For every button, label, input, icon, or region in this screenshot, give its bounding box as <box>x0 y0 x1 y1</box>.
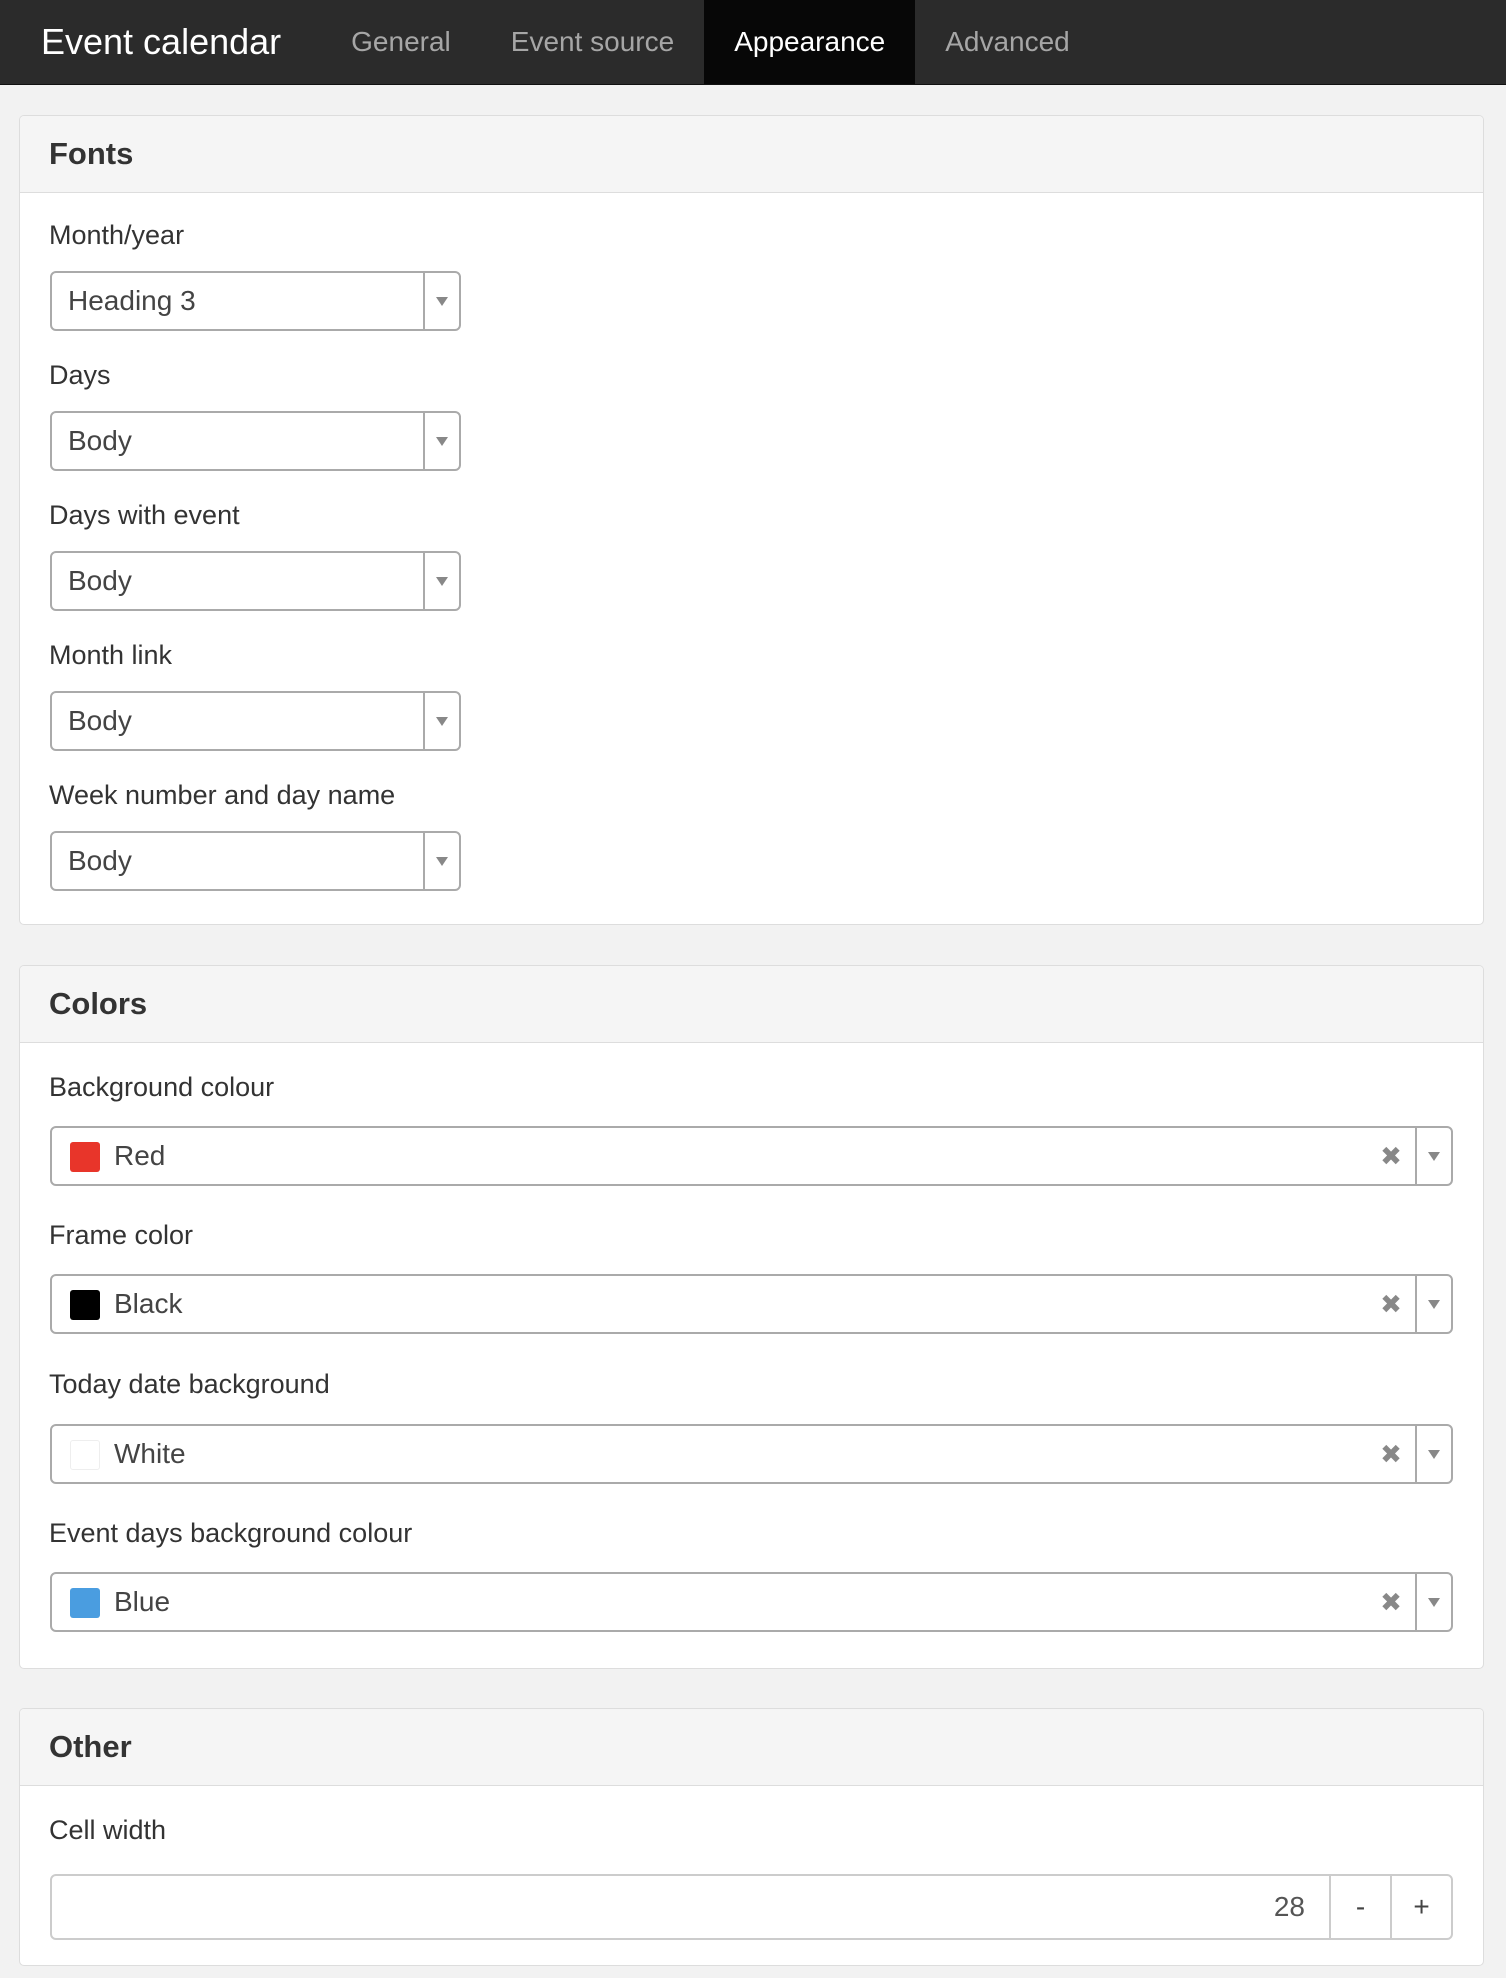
chevron-down-icon <box>1428 1449 1440 1459</box>
chevron-down-icon <box>436 576 448 586</box>
month-year-dropdown-toggle[interactable] <box>423 273 459 329</box>
days-value: Body <box>68 425 132 456</box>
month-year-value: Heading 3 <box>68 285 196 316</box>
clear-icon[interactable]: ✖ <box>1371 1426 1411 1482</box>
days-label: Days <box>49 360 111 390</box>
week-number-value: Body <box>68 845 132 876</box>
days-with-event-select[interactable]: Body <box>50 551 461 611</box>
colors-heading: Colors <box>20 966 1483 1043</box>
month-link-label: Month link <box>49 640 173 670</box>
chevron-down-icon <box>1428 1299 1440 1309</box>
chevron-down-icon <box>436 716 448 726</box>
event-days-background-dropdown-toggle[interactable] <box>1415 1574 1451 1630</box>
chevron-down-icon <box>436 296 448 306</box>
background-colour-dropdown-toggle[interactable] <box>1415 1128 1451 1184</box>
color-swatch <box>70 1440 100 1470</box>
chevron-down-icon <box>1428 1151 1440 1161</box>
today-date-background-value: White <box>114 1438 186 1469</box>
today-date-background-label: Today date background <box>49 1369 330 1399</box>
month-link-dropdown-toggle[interactable] <box>423 693 459 749</box>
colors-panel: Colors Background colour Red ✖ Frame col… <box>19 965 1484 1669</box>
background-colour-label: Background colour <box>49 1072 275 1102</box>
app-title[interactable]: Event calendar <box>0 0 321 84</box>
other-panel: Other Cell width 28 - + <box>19 1708 1484 1966</box>
event-days-background-label: Event days background colour <box>49 1518 413 1548</box>
tab-general[interactable]: General <box>321 0 481 84</box>
week-number-dropdown-toggle[interactable] <box>423 833 459 889</box>
clear-icon[interactable]: ✖ <box>1371 1574 1411 1630</box>
event-days-background-value: Blue <box>114 1586 171 1617</box>
cell-width-input[interactable]: 28 <box>52 1876 1329 1938</box>
tab-advanced[interactable]: Advanced <box>915 0 1100 84</box>
days-dropdown-toggle[interactable] <box>423 413 459 469</box>
today-date-background-dropdown-toggle[interactable] <box>1415 1426 1451 1482</box>
days-with-event-value: Body <box>68 565 132 596</box>
tab-appearance[interactable]: Appearance <box>704 0 916 84</box>
fonts-heading: Fonts <box>20 116 1483 193</box>
decrement-button[interactable]: - <box>1329 1876 1390 1938</box>
month-year-label: Month/year <box>49 220 185 250</box>
month-year-select[interactable]: Heading 3 <box>50 271 461 331</box>
chevron-down-icon <box>436 436 448 446</box>
frame-color-label: Frame color <box>49 1220 194 1250</box>
month-link-select[interactable]: Body <box>50 691 461 751</box>
week-number-label: Week number and day name <box>49 780 396 810</box>
nav-tabs: General Event source Appearance Advanced <box>321 0 1100 84</box>
clear-icon[interactable]: ✖ <box>1371 1276 1411 1332</box>
days-select[interactable]: Body <box>50 411 461 471</box>
event-days-background-select[interactable]: Blue ✖ <box>50 1572 1453 1632</box>
days-with-event-label: Days with event <box>49 500 240 530</box>
top-navbar: Event calendar General Event source Appe… <box>0 0 1506 85</box>
chevron-down-icon <box>1428 1597 1440 1607</box>
clear-icon[interactable]: ✖ <box>1371 1128 1411 1184</box>
cell-width-label: Cell width <box>49 1815 167 1845</box>
days-with-event-dropdown-toggle[interactable] <box>423 553 459 609</box>
frame-color-select[interactable]: Black ✖ <box>50 1274 1453 1334</box>
increment-button[interactable]: + <box>1390 1876 1451 1938</box>
color-swatch <box>70 1142 100 1172</box>
today-date-background-select[interactable]: White ✖ <box>50 1424 1453 1484</box>
other-heading: Other <box>20 1709 1483 1786</box>
week-number-select[interactable]: Body <box>50 831 461 891</box>
background-colour-value: Red <box>114 1140 166 1171</box>
month-link-value: Body <box>68 705 132 736</box>
chevron-down-icon <box>436 856 448 866</box>
frame-color-dropdown-toggle[interactable] <box>1415 1276 1451 1332</box>
color-swatch <box>70 1588 100 1618</box>
color-swatch <box>70 1290 100 1320</box>
frame-color-value: Black <box>114 1288 183 1319</box>
cell-width-stepper: 28 - + <box>50 1874 1453 1940</box>
tab-event-source[interactable]: Event source <box>481 0 704 84</box>
background-colour-select[interactable]: Red ✖ <box>50 1126 1453 1186</box>
fonts-panel: Fonts Month/year Heading 3 Days Body Day… <box>19 115 1484 925</box>
